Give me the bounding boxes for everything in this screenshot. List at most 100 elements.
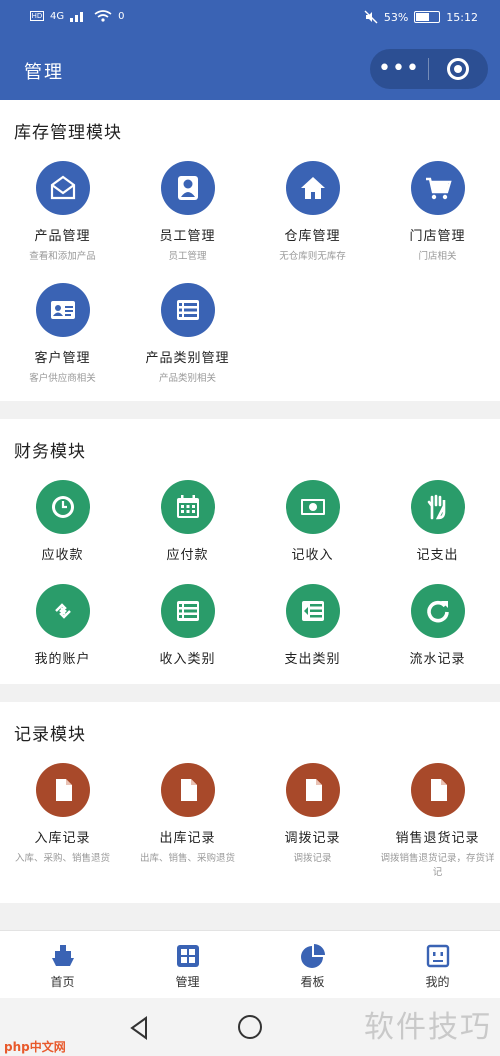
- module-transaction-records[interactable]: 流水记录: [375, 584, 500, 674]
- module-outbound-records[interactable]: 出库记录 出库、销售、采购退货: [125, 763, 250, 893]
- document-icon: [160, 763, 215, 817]
- battery-percent: 53%: [383, 10, 409, 24]
- module-label: 应收款: [41, 548, 84, 563]
- module-my-accounts[interactable]: 我的账户: [0, 584, 125, 674]
- module-grid: 产品管理 查看和添加产品 员工管理 员工管理 仓库管理 无仓库则无库存 门店管理…: [0, 161, 500, 391]
- module-label: 仓库管理: [284, 229, 341, 244]
- ship-icon: [51, 945, 74, 966]
- wifi-icon: [94, 10, 112, 22]
- module-label: 流水记录: [409, 652, 466, 667]
- module-label: 门店管理: [409, 229, 466, 244]
- module-label: 出库记录: [159, 831, 216, 846]
- document-icon: [35, 763, 90, 817]
- module-label: 支出类别: [284, 652, 341, 667]
- home-icon[interactable]: [238, 1015, 262, 1039]
- module-product-management[interactable]: 产品管理 查看和添加产品: [0, 161, 125, 269]
- module-label: 员工管理: [159, 229, 216, 244]
- module-receivables[interactable]: 应收款: [0, 480, 125, 570]
- house-icon: [285, 161, 340, 215]
- tab-dashboard[interactable]: 看板: [250, 931, 375, 998]
- money-icon: [285, 480, 340, 534]
- module-transfer-records[interactable]: 调拨记录 调拨记录: [250, 763, 375, 893]
- section-inventory: 库存管理模块 产品管理 查看和添加产品 员工管理 员工管理 仓库管理 无仓库则无…: [0, 100, 500, 401]
- module-label: 入库记录: [34, 831, 91, 846]
- module-label: 应付款: [166, 548, 209, 563]
- signal-label: 4G: [50, 10, 65, 22]
- watermark-text: 软件技巧: [364, 1010, 492, 1045]
- module-warehouse-management[interactable]: 仓库管理 无仓库则无库存: [250, 161, 375, 269]
- tab-manage[interactable]: 管理: [125, 931, 250, 998]
- section-records: 记录模块 入库记录 入库、采购、销售退货 出库记录 出库、销售、采购退货 调拨记…: [0, 702, 500, 903]
- module-product-category-management[interactable]: 产品类别管理 产品类别相关: [125, 283, 250, 391]
- navigation-bar: 管理 •••: [0, 38, 500, 100]
- module-desc: 员工管理: [168, 251, 207, 262]
- module-income-categories[interactable]: 收入类别: [125, 584, 250, 674]
- module-desc: 调拨销售退货记录，存货详记: [380, 853, 495, 878]
- section-title: 财务模块: [14, 442, 86, 462]
- section-title: 库存管理模块: [14, 123, 122, 143]
- module-label: 记收入: [291, 548, 334, 563]
- module-label: 收入类别: [159, 652, 216, 667]
- module-desc: 调拨记录: [293, 853, 332, 864]
- tab-mine[interactable]: 我的: [375, 931, 500, 998]
- list-icon: [160, 283, 215, 337]
- clock-time: 15:12: [446, 10, 478, 24]
- battery-icon: [414, 11, 441, 23]
- speed-label: 0: [118, 10, 125, 22]
- module-label: 客户管理: [34, 351, 91, 366]
- miniprogram-capsule: •••: [370, 49, 488, 89]
- section-finance: 财务模块 应收款 应付款 记收入 记支出 我的账户 收入类别 支出类别 流水记录: [0, 419, 500, 684]
- module-inbound-records[interactable]: 入库记录 入库、采购、销售退货: [0, 763, 125, 893]
- module-label: 调拨记录: [284, 831, 341, 846]
- refresh-icon: [410, 584, 465, 638]
- more-button[interactable]: •••: [370, 58, 428, 80]
- module-store-management[interactable]: 门店管理 门店相关: [375, 161, 500, 269]
- back-icon[interactable]: [128, 1016, 150, 1040]
- clock-icon: [35, 480, 90, 534]
- module-desc: 客户供应商相关: [29, 373, 96, 384]
- module-desc: 无仓库则无库存: [279, 251, 346, 262]
- hand-icon: [410, 480, 465, 534]
- module-record-income[interactable]: 记收入: [250, 480, 375, 570]
- pie-chart-icon: [300, 944, 325, 968]
- main-content[interactable]: 库存管理模块 产品管理 查看和添加产品 员工管理 员工管理 仓库管理 无仓库则无…: [0, 100, 500, 930]
- tab-home[interactable]: 首页: [0, 931, 125, 998]
- status-right: 53% 15:12: [364, 10, 478, 24]
- module-desc: 入库、采购、销售退货: [14, 853, 110, 864]
- cart-icon: [410, 161, 465, 215]
- module-sales-return-records[interactable]: 销售退货记录 调拨销售退货记录，存货详记: [375, 763, 500, 893]
- module-label: 产品管理: [34, 229, 91, 244]
- tab-label: 首页: [50, 975, 75, 989]
- module-label: 记支出: [416, 548, 459, 563]
- target-icon: [447, 58, 469, 80]
- module-staff-management[interactable]: 员工管理 员工管理: [125, 161, 250, 269]
- module-record-expense[interactable]: 记支出: [375, 480, 500, 570]
- grid-icon: [176, 945, 199, 967]
- tab-label: 我的: [425, 975, 450, 989]
- module-customer-management[interactable]: 客户管理 客户供应商相关: [0, 283, 125, 391]
- section-title: 记录模块: [14, 725, 86, 745]
- calendar-icon: [160, 480, 215, 534]
- module-desc: 出库、销售、采购退货: [139, 853, 235, 864]
- tab-label: 看板: [300, 975, 325, 989]
- module-desc: 产品类别相关: [158, 373, 216, 384]
- signal-icon: [70, 12, 84, 22]
- watermark-php: php中文网: [4, 1040, 66, 1054]
- document-icon: [410, 763, 465, 817]
- tab-bar: 首页 管理 看板 我的: [0, 930, 500, 998]
- close-button[interactable]: [429, 58, 487, 80]
- list-icon: [160, 584, 215, 638]
- module-desc: 查看和添加产品: [29, 251, 96, 262]
- module-payables[interactable]: 应付款: [125, 480, 250, 570]
- id-card-icon: [35, 283, 90, 337]
- status-bar: HD 4G 0 53% 15:12: [0, 0, 500, 38]
- module-grid: 应收款 应付款 记收入 记支出 我的账户 收入类别 支出类别 流水记录: [0, 480, 500, 674]
- tab-label: 管理: [175, 975, 200, 989]
- hd-badge: HD: [30, 11, 44, 21]
- outdent-icon: [285, 584, 340, 638]
- module-label: 销售退货记录: [395, 831, 480, 846]
- document-icon: [285, 763, 340, 817]
- person-icon: [160, 161, 215, 215]
- transfer-icon: [35, 584, 90, 638]
- module-expense-categories[interactable]: 支出类别: [250, 584, 375, 674]
